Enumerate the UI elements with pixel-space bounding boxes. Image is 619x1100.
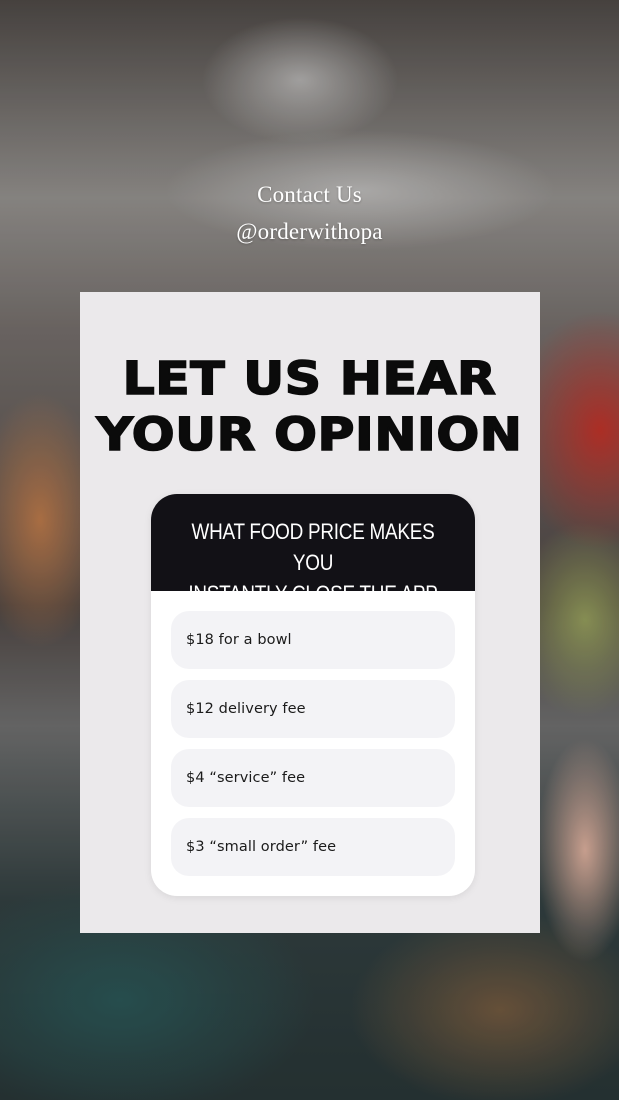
headline-line-2: YOUR OPINION — [96, 408, 523, 461]
poll-options: $18 for a bowl $12 delivery fee $4 “serv… — [171, 611, 455, 887]
poll-question-header: WHAT FOOD PRICE MAKES YOU INSTANTLY CLOS… — [151, 494, 475, 606]
headline-line-1: LET US HEAR — [122, 352, 497, 405]
poll-question-line-1: WHAT FOOD PRICE MAKES YOU — [191, 519, 435, 575]
poll-option-4-service-fee[interactable]: $4 “service” fee — [171, 749, 455, 807]
poll-question-line-2: INSTANTLY CLOSE THE APP — [188, 581, 438, 606]
headline: LET US HEAR YOUR OPINION — [0, 352, 619, 461]
poll-sticker: WHAT FOOD PRICE MAKES YOU INSTANTLY CLOS… — [151, 494, 475, 896]
poll-option-12-delivery-fee[interactable]: $12 delivery fee — [171, 680, 455, 738]
poll-option-18-bowl[interactable]: $18 for a bowl — [171, 611, 455, 669]
poll-option-3-small-order-fee[interactable]: $3 “small order” fee — [171, 818, 455, 876]
poll-question: WHAT FOOD PRICE MAKES YOU INSTANTLY CLOS… — [174, 516, 453, 609]
contact-handle[interactable]: @orderwithopa — [0, 219, 619, 245]
contact-title: Contact Us — [257, 182, 362, 207]
